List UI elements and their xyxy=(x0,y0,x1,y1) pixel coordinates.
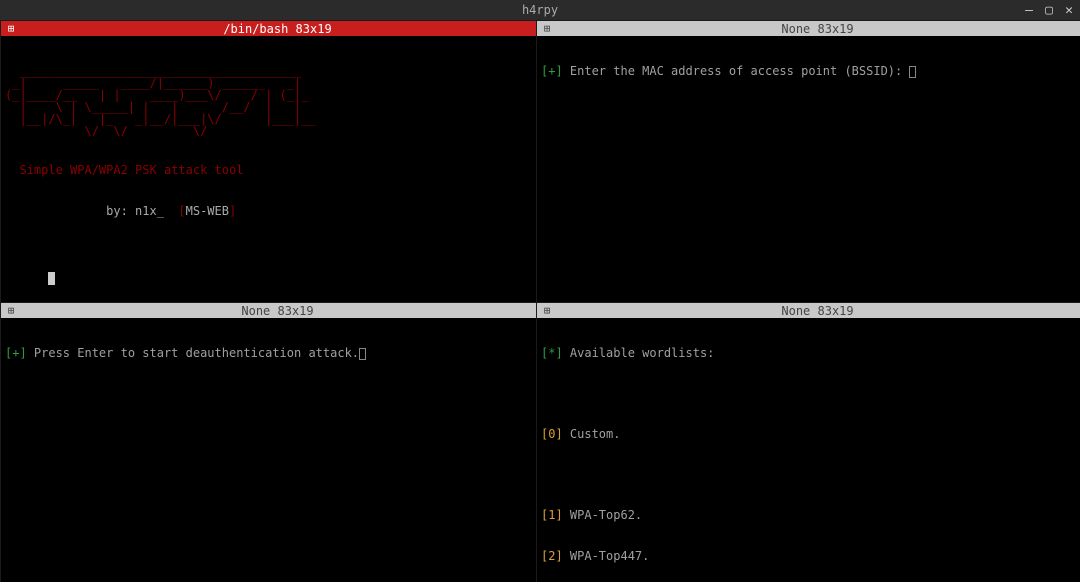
option-label: WPA-Top447. xyxy=(563,549,650,563)
header-line: [*] Available wordlists: xyxy=(541,347,1076,361)
option-label: Custom. xyxy=(563,427,621,441)
prompt-line: [+] Press Enter to start deauthenticatio… xyxy=(5,347,532,361)
split-icon: ⊞ xyxy=(539,22,555,35)
option-idx: [0] xyxy=(541,427,563,441)
pane-body-top-right[interactable]: [+] Enter the MAC address of access poin… xyxy=(537,36,1080,108)
option-label: WPA-Top62. xyxy=(563,508,642,522)
split-icon: ⊞ xyxy=(539,304,555,317)
window-controls: — ▢ ✕ xyxy=(1022,4,1076,17)
minimize-button[interactable]: — xyxy=(1022,4,1036,17)
option-idx: [1] xyxy=(541,508,563,522)
cursor-icon xyxy=(48,272,55,285)
maximize-button[interactable]: ▢ xyxy=(1042,4,1056,17)
pane-top-right[interactable]: ⊞ None 83x19 [+] Enter the MAC address o… xyxy=(536,20,1080,302)
blank-line xyxy=(541,388,1076,402)
byline-bracket-open: [ xyxy=(178,204,185,218)
pane-title: /bin/bash 83x19 xyxy=(19,22,536,36)
blank-line xyxy=(541,469,1076,483)
blank-line xyxy=(5,245,532,259)
option-idx: [2] xyxy=(541,549,563,563)
byline-prefix: by: n1x_ xyxy=(5,204,178,218)
terminal-panes: ⊞ /bin/bash 83x19 ______________________… xyxy=(0,20,1080,582)
pane-body-bottom-left[interactable]: [+] Press Enter to start deauthenticatio… xyxy=(1,318,536,390)
prompt-text: Enter the MAC address of access point (B… xyxy=(563,64,910,78)
pane-title: None 83x19 xyxy=(555,22,1080,36)
prompt-marker: [+] xyxy=(541,64,563,78)
pane-body-bottom-right[interactable]: [*] Available wordlists: [0] Custom. [1]… xyxy=(537,318,1080,582)
prompt-line: [+] Enter the MAC address of access poin… xyxy=(541,65,1076,79)
cursor-icon xyxy=(359,348,366,360)
window-titlebar: h4rpy — ▢ ✕ xyxy=(0,0,1080,20)
pane-header-bottom-right: ⊞ None 83x19 xyxy=(537,303,1080,318)
header-text: Available wordlists: xyxy=(563,346,715,360)
ascii-art-logo: _______________________________________ … xyxy=(5,65,532,137)
prompt-marker: [+] xyxy=(5,346,27,360)
pane-top-left[interactable]: ⊞ /bin/bash 83x19 ______________________… xyxy=(0,20,536,302)
pane-header-top-left: ⊞ /bin/bash 83x19 xyxy=(1,21,536,36)
pane-header-bottom-left: ⊞ None 83x19 xyxy=(1,303,536,318)
tagline-text: Simple WPA/WPA2 PSK attack tool xyxy=(5,164,532,178)
split-icon: ⊞ xyxy=(3,304,19,317)
byline-text: MS-WEB xyxy=(186,204,229,218)
header-marker: [*] xyxy=(541,346,563,360)
pane-bottom-left[interactable]: ⊞ None 83x19 [+] Press Enter to start de… xyxy=(0,302,536,582)
byline-bracket-close: ] xyxy=(229,204,236,218)
byline: by: n1x_ [MS-WEB] xyxy=(5,205,532,219)
cursor-icon xyxy=(909,66,916,78)
pane-body-top-left[interactable]: _______________________________________ … xyxy=(1,36,536,301)
pane-title: None 83x19 xyxy=(19,304,536,318)
option-line: [0] Custom. xyxy=(541,428,1076,442)
window-title: h4rpy xyxy=(522,3,558,17)
close-button[interactable]: ✕ xyxy=(1062,4,1076,17)
pane-title: None 83x19 xyxy=(555,304,1080,318)
pane-header-top-right: ⊞ None 83x19 xyxy=(537,21,1080,36)
option-line: [1] WPA-Top62. xyxy=(541,509,1076,523)
split-icon: ⊞ xyxy=(3,22,19,35)
pane-bottom-right[interactable]: ⊞ None 83x19 [*] Available wordlists: [0… xyxy=(536,302,1080,582)
prompt-text: Press Enter to start deauthentication at… xyxy=(27,346,359,360)
option-line: [2] WPA-Top447. xyxy=(541,550,1076,564)
